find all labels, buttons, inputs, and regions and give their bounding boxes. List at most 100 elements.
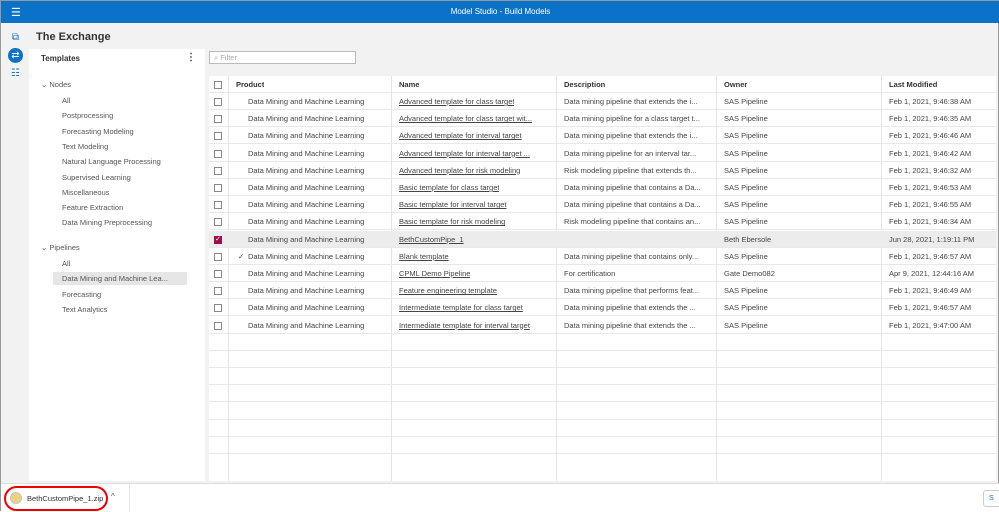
cell-name: Intermediate template for class target [399, 299, 523, 316]
download-item[interactable]: BethCustomPipe_1.zip [7, 489, 103, 508]
table-row[interactable]: Data Mining and Machine Learning Basic te… [209, 196, 996, 214]
template-link[interactable]: Intermediate template for class target [399, 303, 523, 312]
table-row[interactable]: Data Mining and Machine Learning Feature … [209, 282, 996, 300]
row-checkbox[interactable] [214, 321, 222, 330]
row-checkbox[interactable] [214, 252, 222, 261]
cell-owner: Beth Ebersole [724, 234, 772, 244]
template-link[interactable]: Advanced template for class target [399, 97, 514, 106]
table-row[interactable]: Data Mining and Machine Learning Intermed… [209, 299, 996, 317]
column-header-modified[interactable]: Last Modified [889, 76, 937, 93]
row-checkbox[interactable] [214, 304, 222, 313]
tree-item[interactable]: Postprocessing [53, 109, 187, 122]
cell-description: Data mining pipeline that extends the ..… [564, 320, 696, 330]
template-link[interactable]: Feature engineering template [399, 286, 497, 295]
template-link[interactable]: Advanced template for interval target ..… [399, 149, 530, 158]
empty-row [209, 334, 996, 351]
tree-group-nodes[interactable]: ⌄ Nodes [41, 78, 71, 91]
row-checkbox[interactable] [214, 166, 222, 175]
cell-modified: Feb 1, 2021, 9:46:57 AM [889, 303, 972, 313]
tree-item[interactable]: Supervised Learning [53, 171, 187, 184]
data-icon[interactable]: ⧉ [8, 30, 23, 45]
row-checkbox[interactable] [214, 115, 222, 124]
page-title: The Exchange [36, 31, 111, 43]
cell-modified: Jun 28, 2021, 1:19:11 PM [889, 234, 975, 244]
cell-description: Data mining pipeline that extends the i.… [564, 97, 698, 106]
row-checkbox[interactable] [214, 132, 222, 141]
show-all-button[interactable]: S [983, 490, 999, 507]
cell-name: CPML Demo Pipeline [399, 265, 470, 282]
template-link[interactable]: Intermediate template for interval targe… [399, 321, 530, 330]
tree-item[interactable]: Data Mining Preprocessing [53, 216, 187, 229]
cell-description: Data mining pipeline that contains only.… [564, 251, 699, 261]
table-row[interactable]: Data Mining and Machine Learning Advanced… [209, 93, 996, 110]
table-row[interactable]: ✓ Data Mining and Machine Learning Blank t… [209, 248, 996, 265]
row-checkbox[interactable] [214, 218, 222, 227]
table-row[interactable]: Data Mining and Machine Learning Basic te… [209, 179, 996, 196]
empty-row [209, 420, 996, 437]
cell-product: Data Mining and Machine Learning [248, 217, 365, 227]
empty-row [209, 385, 996, 403]
table-row[interactable]: Data Mining and Machine Learning Advanced… [209, 145, 996, 162]
table-row[interactable]: Data Mining and Machine Learning Advanced… [209, 162, 996, 179]
template-link[interactable]: CPML Demo Pipeline [399, 269, 470, 278]
template-link[interactable]: Basic template for class target [399, 183, 499, 192]
cell-description: Data mining pipeline that extends the ..… [564, 303, 696, 313]
table-row[interactable]: Data Mining and Machine Learning CPML Dem… [209, 265, 996, 282]
column-header-product[interactable]: Product [236, 76, 264, 93]
cell-name: Basic template for risk modeling [399, 213, 505, 230]
cell-product: Data Mining and Machine Learning [248, 183, 365, 192]
tree-group-pipelines[interactable]: ⌄ Pipelines [41, 241, 80, 254]
row-checkbox[interactable] [214, 270, 222, 278]
tree-item[interactable]: Miscellaneous [53, 186, 187, 199]
empty-row [209, 351, 996, 368]
column-header-owner[interactable]: Owner [724, 76, 747, 93]
tree-item[interactable]: Data Mining and Machine Lea... [53, 272, 187, 286]
tree-item[interactable]: Forecasting [53, 288, 187, 301]
tree-item[interactable]: Natural Language Processing [53, 155, 187, 168]
tree-item[interactable]: All [53, 257, 187, 270]
table-row[interactable]: ✓ Data Mining and Machine Learning BethCus… [209, 230, 996, 248]
cell-product: Data Mining and Machine Learning [248, 303, 365, 313]
templates-table: Product Name Description Owner Last Modified… [209, 76, 996, 481]
exchange-icon[interactable]: ⇄ [8, 48, 23, 63]
tree-item[interactable]: Text Analytics [53, 303, 187, 316]
title-bar: ☰ Model Studio - Build Models [1, 1, 999, 23]
chevron-up-icon[interactable]: ^ [111, 492, 115, 501]
tree-group-label: Pipelines [49, 243, 80, 252]
template-link[interactable]: BethCustomPipe_1 [399, 235, 464, 244]
cell-modified: Feb 1, 2021, 9:46:34 AM [889, 217, 972, 227]
tree-item[interactable]: Text Modeling [53, 140, 187, 153]
cell-owner: SAS Pipeline [724, 200, 768, 210]
template-link[interactable]: Advanced template for class target wit..… [399, 114, 532, 123]
more-options-icon[interactable]: ⋮ [186, 52, 196, 63]
table-row[interactable]: Data Mining and Machine Learning Intermed… [209, 317, 996, 334]
manage-icon[interactable]: ☷ [8, 66, 23, 81]
column-header-name[interactable]: Name [399, 76, 419, 93]
cell-name: Blank template [399, 248, 449, 265]
cell-name: Basic template for class target [399, 179, 499, 196]
template-link[interactable]: Advanced template for risk modeling [399, 166, 520, 175]
template-link[interactable]: Blank template [399, 252, 449, 261]
row-checkbox[interactable]: ✓ [214, 235, 222, 244]
select-all-checkbox[interactable] [214, 81, 222, 89]
table-row[interactable]: Data Mining and Machine Learning Basic te… [209, 213, 996, 231]
download-filename: BethCustomPipe_1.zip [27, 494, 104, 503]
table-row[interactable]: Data Mining and Machine Learning Advanced… [209, 127, 996, 145]
cell-modified: Feb 1, 2021, 9:46:53 AM [889, 183, 972, 192]
template-link[interactable]: Basic template for interval target [399, 200, 507, 209]
template-link[interactable]: Basic template for risk modeling [399, 217, 505, 226]
cell-description: For certification [564, 269, 616, 278]
row-checkbox[interactable] [214, 149, 222, 158]
tree-item[interactable]: Forecasting Modeling [53, 125, 187, 138]
tree-item[interactable]: All [53, 94, 187, 107]
row-checkbox[interactable] [214, 184, 222, 192]
column-header-description[interactable]: Description [564, 76, 605, 93]
tree-item[interactable]: Feature Extraction [53, 201, 187, 214]
table-row[interactable]: Data Mining and Machine Learning Advanced… [209, 110, 996, 128]
row-checkbox[interactable] [214, 201, 222, 210]
cell-modified: Apr 9, 2021, 12:44:16 AM [889, 269, 975, 278]
template-link[interactable]: Advanced template for interval target [399, 131, 522, 140]
row-checkbox[interactable] [214, 98, 222, 106]
row-checkbox[interactable] [214, 287, 222, 296]
filter-input[interactable]: ⌕ Filter [209, 51, 356, 64]
